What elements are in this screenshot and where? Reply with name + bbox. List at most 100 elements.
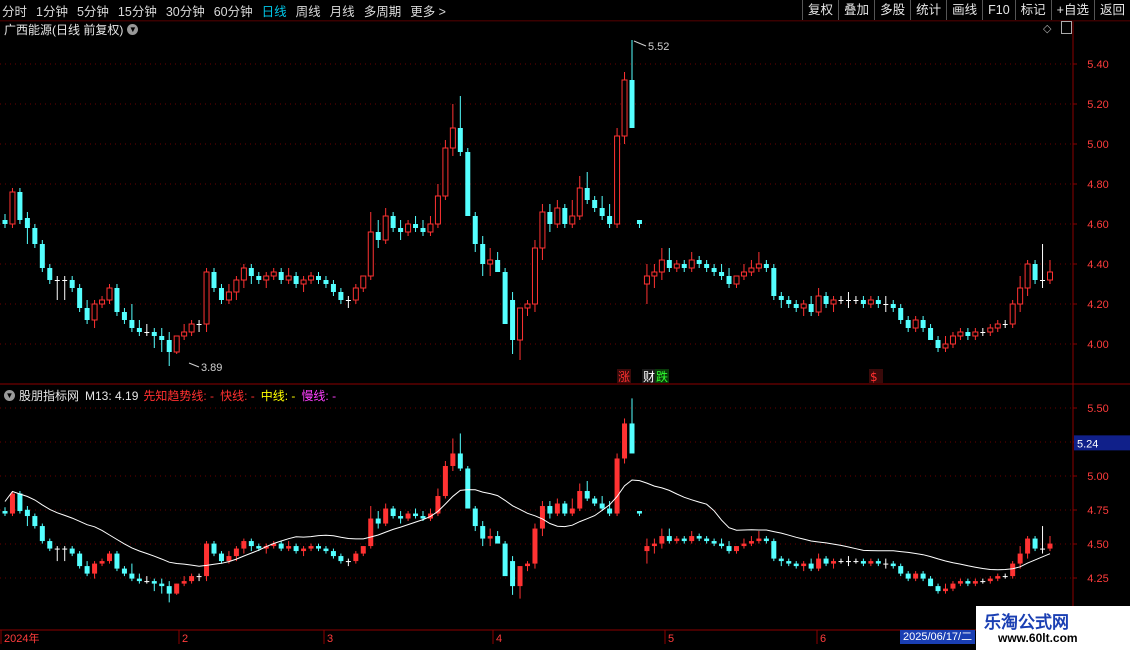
sub-candle-body: [39, 526, 45, 542]
chevron-down-icon[interactable]: ▼: [4, 390, 15, 401]
candle-body: [278, 272, 284, 280]
sub-candle-body: [323, 548, 329, 552]
candle-body: [688, 259, 695, 269]
sub-candle-body: [308, 546, 314, 549]
candle-body: [965, 332, 971, 336]
candle-body: [531, 247, 538, 305]
sub-candle-body: [629, 423, 635, 454]
candle-body: [457, 128, 463, 152]
sub-candle-body: [136, 578, 142, 582]
candle-body: [84, 308, 90, 320]
sub-candle-body: [241, 541, 247, 549]
sub-candle-body: [502, 543, 508, 577]
candle-body: [248, 268, 254, 276]
sub-candle-body: [659, 536, 665, 544]
candle-body: [285, 275, 292, 281]
sub-candle-body: [539, 506, 545, 529]
candle-body: [658, 259, 665, 273]
candle-body: [77, 288, 83, 308]
sub-candle-body: [62, 548, 68, 550]
sub-candle-body: [442, 465, 448, 497]
sub-candle-body: [69, 548, 75, 554]
sub-candle-body: [480, 526, 486, 539]
candle-body: [510, 300, 516, 340]
candle-body: [420, 228, 426, 232]
candle-body: [912, 319, 919, 329]
candle-body: [1024, 263, 1031, 289]
candle-body: [949, 335, 956, 345]
candle-body: [994, 323, 1001, 329]
low-label: 3.89: [201, 362, 222, 374]
sub-candle-body: [980, 581, 986, 583]
sub-candle-body: [972, 581, 978, 584]
y-tick-label: 5.40: [1087, 59, 1108, 71]
y-tick-label: 4.50: [1087, 539, 1108, 551]
sub-candle-body: [935, 586, 941, 592]
candle-body: [569, 215, 576, 225]
candle-body: [920, 320, 926, 328]
candle-body: [159, 336, 165, 340]
candle-body: [338, 292, 344, 300]
candle-body: [218, 288, 224, 300]
sub-candle-body: [599, 503, 605, 509]
candle-body: [517, 307, 524, 341]
sub-candle-body: [808, 563, 814, 569]
candle-body: [651, 271, 658, 277]
candle-body: [308, 275, 315, 281]
candle-body: [621, 79, 628, 137]
candle-body: [151, 332, 157, 336]
window-toggle-icon[interactable]: [1061, 21, 1072, 34]
candle-body: [786, 300, 792, 304]
y-tick-label: 4.60: [1087, 219, 1108, 231]
sub-candle-body: [47, 541, 53, 549]
sub-candle-body: [293, 546, 299, 552]
sub-candle-body: [457, 453, 463, 469]
sub-candle-body: [831, 561, 837, 564]
kline-chart[interactable]: 5.405.205.004.804.604.404.204.005.505.25…: [0, 0, 1130, 650]
candle-body: [666, 260, 672, 268]
candle-body: [867, 299, 874, 305]
candle-body: [1017, 287, 1024, 305]
y-tick-label: 4.25: [1087, 573, 1108, 585]
sub-candle-body: [174, 583, 180, 594]
sub-candle-body: [577, 491, 583, 509]
sub-candle-body: [1025, 538, 1031, 554]
sub-candle-body: [823, 558, 829, 564]
sub-candle-body: [368, 518, 374, 547]
diamond-icon[interactable]: ◇: [1043, 22, 1051, 35]
candle-body: [188, 323, 195, 333]
high-pointer: [633, 40, 647, 47]
candle-body: [382, 215, 389, 241]
sub-candle-body: [278, 543, 284, 549]
low-pointer: [188, 362, 200, 368]
candle-body: [300, 279, 307, 285]
candle-body: [352, 287, 359, 301]
candle-body: [121, 312, 127, 320]
sub-candle-body: [1017, 553, 1023, 564]
sub-candle-body: [636, 511, 642, 514]
sub-candle-body: [860, 561, 866, 564]
sub-candle-body: [375, 518, 381, 524]
candle-body: [748, 267, 755, 273]
sub-candle-body: [920, 573, 926, 579]
sub-candle-body: [159, 583, 165, 587]
sub-candle-body: [950, 583, 956, 589]
sub-candle-body: [121, 568, 127, 574]
candle-body: [211, 272, 217, 288]
candle-body: [726, 276, 732, 284]
sub-candle-body: [465, 468, 471, 509]
sub-candle-body: [360, 546, 366, 554]
candle-body: [905, 320, 911, 328]
sub-candle-body: [1040, 548, 1046, 550]
sub-candle-body: [330, 551, 336, 557]
sub-candle-body: [248, 541, 254, 547]
sub-candle-body: [607, 508, 613, 514]
legend-item: 慢线: -: [301, 389, 337, 403]
sub-candle-body: [196, 576, 202, 578]
candle-body: [1040, 280, 1046, 281]
chevron-down-icon[interactable]: ▼: [127, 24, 139, 35]
sub-candle-body: [383, 508, 389, 524]
sub-candle-body: [413, 513, 419, 517]
sub-candle-body: [189, 576, 195, 582]
stock-title: 广西能源(日线 前复权): [4, 23, 124, 37]
